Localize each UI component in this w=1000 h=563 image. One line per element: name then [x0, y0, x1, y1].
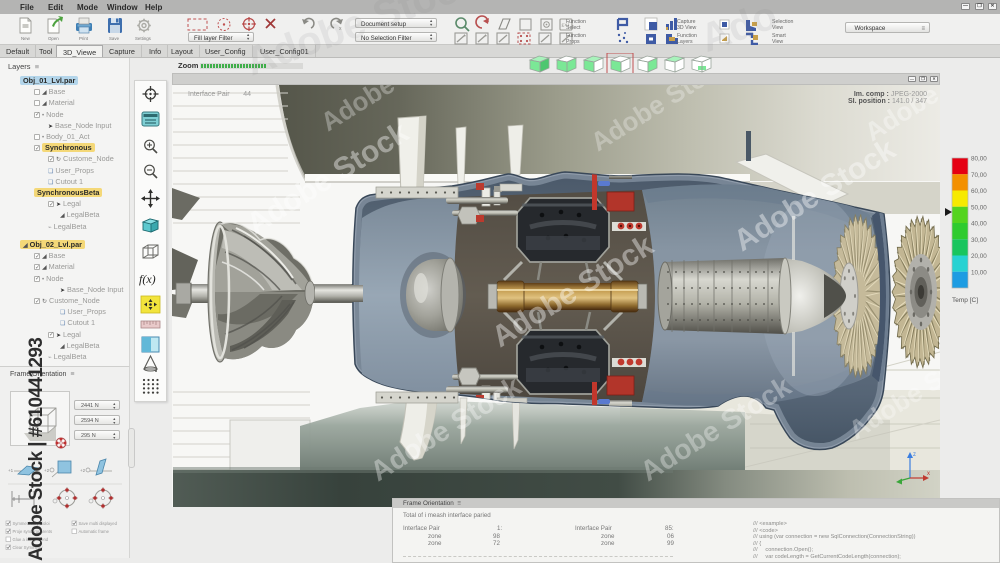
- svg-text:f(x): f(x): [139, 272, 156, 286]
- svg-text:x: x: [339, 26, 342, 32]
- svg-text:Adobe Stock | #610441293: Adobe Stock | #610441293: [26, 338, 47, 561]
- svg-text:50,00: 50,00: [971, 204, 987, 211]
- svg-text:x: x: [927, 471, 930, 477]
- svg-text:80,00: 80,00: [971, 156, 987, 163]
- svg-text:Save multi displayed: Save multi displayed: [79, 521, 118, 526]
- svg-text:+2: +2: [80, 468, 86, 473]
- svg-text:10,00: 10,00: [971, 269, 987, 276]
- svg-text:Automatic frame: Automatic frame: [79, 529, 110, 534]
- svg-text:30,00: 30,00: [971, 237, 987, 244]
- svg-text:Temp [C]: Temp [C]: [952, 297, 978, 304]
- svg-text:70,00: 70,00: [971, 172, 987, 179]
- svg-text:40,00: 40,00: [971, 221, 987, 228]
- svg-text:60,00: 60,00: [971, 188, 987, 195]
- svg-text:z: z: [913, 452, 916, 458]
- svg-text:20,00: 20,00: [971, 253, 987, 260]
